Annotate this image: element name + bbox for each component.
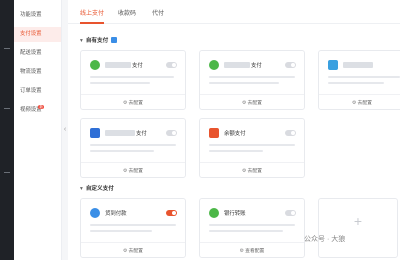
- gear-icon: ⚙: [352, 100, 357, 106]
- enable-toggle[interactable]: [285, 62, 296, 68]
- payment-card-wechat[interactable]: 支付 ⚙去配置: [80, 50, 186, 110]
- main-nav-rail: [0, 0, 14, 260]
- section-own-payment[interactable]: ▾ 自有支付: [80, 36, 118, 44]
- payment-card-cash-on-delivery[interactable]: 货到付款 ⚙去配置: [80, 198, 186, 258]
- configure-link[interactable]: ⚙去配置: [200, 99, 304, 106]
- wechat-pay-logo-icon: [90, 60, 100, 70]
- sidebar-item-payment-settings[interactable]: 支付设置: [14, 27, 61, 42]
- bank-transfer-logo-icon: [209, 208, 219, 218]
- section-custom-payment[interactable]: ▾ 自定义支付: [80, 184, 114, 192]
- gear-icon: ⚙: [123, 248, 128, 254]
- enable-toggle[interactable]: [285, 210, 296, 216]
- active-tab-indicator: [80, 22, 104, 24]
- plus-icon: +: [353, 213, 363, 229]
- payment-card-bank-card[interactable]: 支付 ⚙去配置: [80, 118, 186, 178]
- card-title: 支付: [136, 131, 147, 137]
- collapse-caret-icon: ▾: [80, 38, 83, 44]
- enable-toggle[interactable]: [166, 210, 177, 216]
- enable-toggle[interactable]: [166, 130, 177, 136]
- configure-link[interactable]: ⚙去配置: [81, 99, 185, 106]
- add-custom-payment-card[interactable]: +: [318, 198, 398, 258]
- payment-tabs: 线上支付 收款码 代付: [68, 0, 400, 24]
- sidebar-item-order-settings[interactable]: 订单设置: [14, 84, 61, 99]
- configure-link[interactable]: ⚙去配置: [200, 167, 304, 174]
- blurred-name: [224, 62, 250, 68]
- card-title: 支付: [132, 63, 143, 69]
- payment-card-balance[interactable]: 余额支付 ⚙去配置: [199, 118, 305, 178]
- sidebar-item-function-settings[interactable]: 功能设置: [14, 8, 61, 23]
- payment-card-bank-transfer[interactable]: 银行转账 ⚙查看配置: [199, 198, 305, 258]
- wechat-pay-logo-icon: [209, 60, 219, 70]
- app-window: 功能设置 支付设置 配送设置 物流设置 订单设置 视频设置 新 ‹ 线上支付 收…: [0, 0, 400, 260]
- card-title: 支付: [251, 63, 262, 69]
- blurred-name: [105, 62, 131, 68]
- payment-card-wechat-2[interactable]: 支付 ⚙去配置: [199, 50, 305, 110]
- tab-pay-on-behalf[interactable]: 代付: [152, 8, 164, 17]
- gear-icon: ⚙: [123, 168, 128, 174]
- blurred-name: [105, 130, 135, 136]
- settings-sidebar: 功能设置 支付设置 配送设置 物流设置 订单设置 视频设置 新: [14, 0, 62, 260]
- sidebar-item-logistics-settings[interactable]: 物流设置: [14, 65, 61, 80]
- gear-icon: ⚙: [123, 100, 128, 106]
- blurred-name: [343, 62, 373, 68]
- gear-icon: ⚙: [242, 168, 247, 174]
- enable-toggle[interactable]: [285, 130, 296, 136]
- rail-mark: [4, 48, 10, 49]
- wallet-icon: [209, 128, 219, 138]
- tab-payment-code[interactable]: 收款码: [118, 8, 136, 17]
- sidebar-item-delivery-settings[interactable]: 配送设置: [14, 46, 61, 61]
- gear-icon: ⚙: [242, 100, 247, 106]
- collapse-caret-icon: ▾: [80, 186, 83, 192]
- tab-online-payment[interactable]: 线上支付: [80, 8, 104, 17]
- configure-link[interactable]: ⚙去配置: [319, 99, 400, 106]
- watermark: 公众号 · 大狼: [304, 236, 346, 243]
- rail-mark: [4, 172, 10, 173]
- configure-link[interactable]: ⚙去配置: [81, 167, 185, 174]
- main-content: 线上支付 收款码 代付 ▾ 自有支付 支付 ⚙去配置 支付 ⚙去配置 ⚙去配置 …: [68, 0, 400, 260]
- cod-logo-icon: [90, 208, 100, 218]
- card-title: 货到付款: [105, 211, 127, 217]
- card-pay-logo-icon: [90, 128, 100, 138]
- rail-mark: [4, 108, 10, 109]
- card-title: 余额支付: [224, 131, 246, 137]
- enable-toggle[interactable]: [166, 62, 177, 68]
- card-title: 银行转账: [224, 211, 246, 217]
- info-tag-icon: [111, 37, 118, 43]
- sidebar-item-video-settings[interactable]: 视频设置 新: [14, 103, 61, 118]
- third-party-pay-logo-icon: [328, 60, 338, 70]
- payment-card-third-party[interactable]: ⚙去配置: [318, 50, 400, 110]
- new-badge: 新: [38, 105, 45, 109]
- configure-link[interactable]: ⚙去配置: [81, 247, 185, 254]
- view-config-link[interactable]: ⚙查看配置: [200, 247, 304, 254]
- gear-icon: ⚙: [239, 248, 245, 254]
